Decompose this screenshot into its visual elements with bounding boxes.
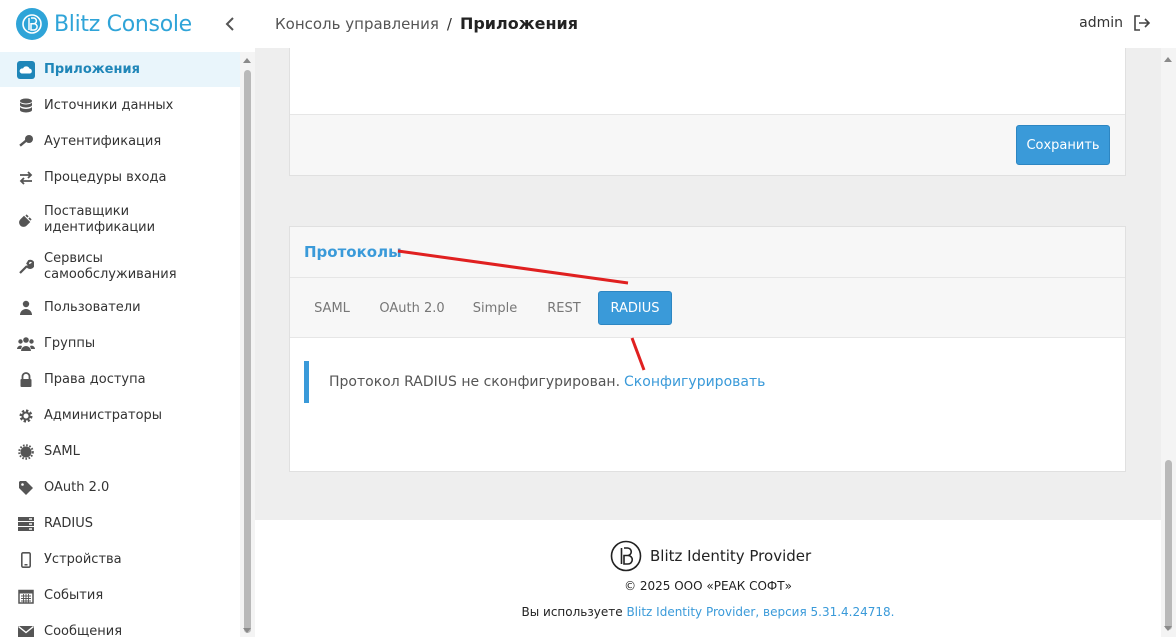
radius-notice: Протокол RADIUS не сконфигурирован. Скон… [304, 361, 765, 403]
sidebar-item-label: Пользователи [44, 300, 141, 315]
version-link[interactable]: Blitz Identity Provider, версия 5.31.4.2… [626, 605, 894, 619]
sidebar-item-events[interactable]: События [0, 578, 240, 614]
users-icon [17, 335, 35, 353]
protocols-card: Протоколы SAML OAuth 2.0 Simple REST RAD… [289, 226, 1126, 472]
sidebar-item-label: Права доступа [44, 372, 146, 387]
page-scrollbar[interactable] [1161, 48, 1176, 637]
footer-copyright: © 2025 ООО «РЕАК СОФТ» [624, 579, 792, 593]
sidebar-item-label: Администраторы [44, 408, 163, 423]
wrench-icon [17, 258, 35, 276]
footer-version-prefix: Вы используете [521, 605, 623, 619]
sidebar-item-label: Устройства [44, 552, 122, 567]
notice-text: Протокол RADIUS не сконфигурирован. [329, 374, 621, 390]
sidebar-item-self-service[interactable]: Сервисы самообслуживания [0, 243, 240, 290]
server-icon [17, 515, 35, 533]
current-user[interactable]: admin [1079, 15, 1123, 31]
protocols-card-header: Протоколы [290, 227, 1125, 278]
sidebar-item-label: RADIUS [44, 516, 94, 531]
tab-rest[interactable]: REST [540, 291, 588, 325]
sidebar-item-oauth[interactable]: OAuth 2.0 [0, 470, 240, 506]
collapse-sidebar-button[interactable] [221, 12, 239, 36]
configure-link[interactable]: Сконфигурировать [624, 374, 765, 390]
logout-icon [1134, 15, 1151, 31]
main-content: Сохранить Протоколы SAML OAuth 2.0 Simpl… [255, 48, 1161, 637]
logout-button[interactable] [1133, 14, 1155, 34]
scroll-down-icon[interactable] [243, 628, 251, 633]
database-icon [17, 97, 35, 115]
sidebar-item-groups[interactable]: Группы [0, 326, 240, 362]
blitz-logo-icon [610, 540, 642, 572]
protocol-tabs: SAML OAuth 2.0 Simple REST RADIUS [290, 278, 1125, 338]
user-icon [17, 299, 35, 317]
sidebar-item-label: Поставщики идентификации [44, 203, 156, 235]
sidebar-item-label: SAML [44, 444, 80, 459]
lock-icon [17, 371, 35, 389]
envelope-icon [17, 623, 35, 637]
cog-icon [17, 443, 35, 461]
sidebar-item-messages[interactable]: Сообщения [0, 614, 240, 637]
footer-version: Вы используете Blitz Identity Provider, … [255, 605, 1161, 619]
sidebar-item-label: Приложения [44, 61, 140, 77]
sidebar-item-users[interactable]: Пользователи [0, 290, 240, 326]
app-title: Blitz Console [54, 11, 192, 37]
breadcrumb-separator: / [446, 15, 452, 33]
sidebar-item-administrators[interactable]: Администраторы [0, 398, 240, 434]
chevron-left-icon [225, 17, 234, 31]
gear-icon [17, 407, 35, 425]
sidebar-item-saml[interactable]: SAML [0, 434, 240, 470]
tab-saml[interactable]: SAML [304, 291, 360, 325]
tab-radius[interactable]: RADIUS [598, 291, 672, 325]
brand[interactable]: Blitz Console [16, 8, 192, 40]
sidebar-item-label: OAuth 2.0 [44, 480, 110, 495]
page-footer: Blitz Identity Provider © 2025 ООО «РЕАК… [255, 520, 1161, 637]
sidebar-item-label: Сервисы самообслуживания [44, 250, 177, 282]
blitz-logo-icon [16, 8, 48, 40]
scroll-down-icon[interactable] [1164, 626, 1172, 631]
tag-icon [17, 479, 35, 497]
header-scroll-gap [1161, 0, 1176, 48]
tab-oauth[interactable]: OAuth 2.0 [374, 291, 450, 325]
sidebar-item-label: Источники данных [44, 98, 174, 113]
sidebar-item-authentication[interactable]: Аутентификация [0, 124, 240, 160]
scroll-up-icon[interactable] [243, 58, 251, 63]
sidebar-scrollbar-thumb[interactable] [244, 70, 251, 633]
sidebar-item-applications[interactable]: Приложения [0, 52, 240, 87]
sidebar-item-label: Группы [44, 336, 96, 351]
exchange-icon [17, 169, 35, 187]
sidebar-item-label: Аутентификация [44, 134, 162, 149]
sidebar-item-data-sources[interactable]: Источники данных [0, 88, 240, 124]
breadcrumb: Консоль управления / Приложения [275, 14, 578, 33]
breadcrumb-root[interactable]: Консоль управления [275, 15, 439, 33]
protocols-title: Протоколы [304, 243, 402, 261]
cloud-icon [17, 60, 35, 79]
mobile-icon [17, 551, 35, 569]
sidebar-item-label: События [44, 588, 104, 603]
settings-card: Сохранить [289, 48, 1126, 176]
sidebar-item-label: Сообщения [44, 624, 123, 637]
page-scrollbar-thumb[interactable] [1165, 460, 1172, 630]
scroll-up-icon[interactable] [1164, 57, 1172, 62]
sidebar-item-devices[interactable]: Устройства [0, 542, 240, 578]
sidebar-item-radius[interactable]: RADIUS [0, 506, 240, 542]
tab-simple[interactable]: Simple [466, 291, 524, 325]
footer-brand: Blitz Identity Provider [610, 540, 811, 572]
sidebar-item-identity-providers[interactable]: Поставщики идентификации [0, 196, 240, 243]
page-title: Приложения [459, 14, 579, 33]
sidebar: Blitz Console Приложения Источники данны… [0, 0, 255, 637]
calendar-icon [17, 587, 35, 605]
sidebar-item-label: Процедуры входа [44, 170, 167, 185]
save-button[interactable]: Сохранить [1016, 125, 1110, 165]
sidebar-item-access-rights[interactable]: Права доступа [0, 362, 240, 398]
plug-icon [17, 211, 35, 229]
footer-product: Blitz Identity Provider [650, 547, 812, 565]
sidebar-scrollbar[interactable] [240, 52, 255, 637]
sidebar-item-login-procedures[interactable]: Процедуры входа [0, 160, 240, 196]
settings-card-footer: Сохранить [290, 114, 1125, 175]
key-icon [17, 133, 35, 151]
top-header: Консоль управления / Приложения admin [255, 0, 1161, 48]
sidebar-nav: Приложения Источники данных Аутентификац… [0, 52, 240, 637]
